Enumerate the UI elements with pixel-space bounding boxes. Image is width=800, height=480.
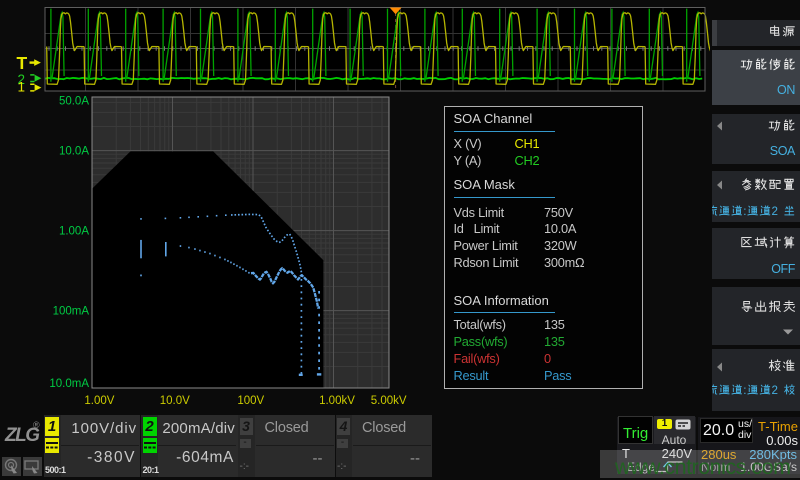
svg-text:1.00A: 1.00A bbox=[59, 226, 89, 238]
svg-text:1.00kV: 1.00kV bbox=[319, 395, 355, 407]
svg-text:10.0mA: 10.0mA bbox=[49, 378, 89, 390]
svg-text:50.0A: 50.0A bbox=[59, 95, 89, 107]
svg-text:100mA: 100mA bbox=[53, 306, 90, 318]
svg-text:10.0V: 10.0V bbox=[160, 395, 190, 407]
svg-text:1: 1 bbox=[18, 80, 26, 95]
svg-text:2: 2 bbox=[772, 205, 778, 218]
svg-text:100V: 100V bbox=[237, 395, 264, 407]
svg-text::: : bbox=[743, 384, 746, 397]
svg-text:10.0A: 10.0A bbox=[59, 146, 89, 158]
svg-text:5.00kV: 5.00kV bbox=[371, 395, 407, 407]
svg-text:2: 2 bbox=[772, 384, 778, 397]
svg-text:T: T bbox=[17, 53, 28, 73]
svg-text::: : bbox=[743, 205, 746, 218]
svg-text:1.00V: 1.00V bbox=[84, 395, 114, 407]
